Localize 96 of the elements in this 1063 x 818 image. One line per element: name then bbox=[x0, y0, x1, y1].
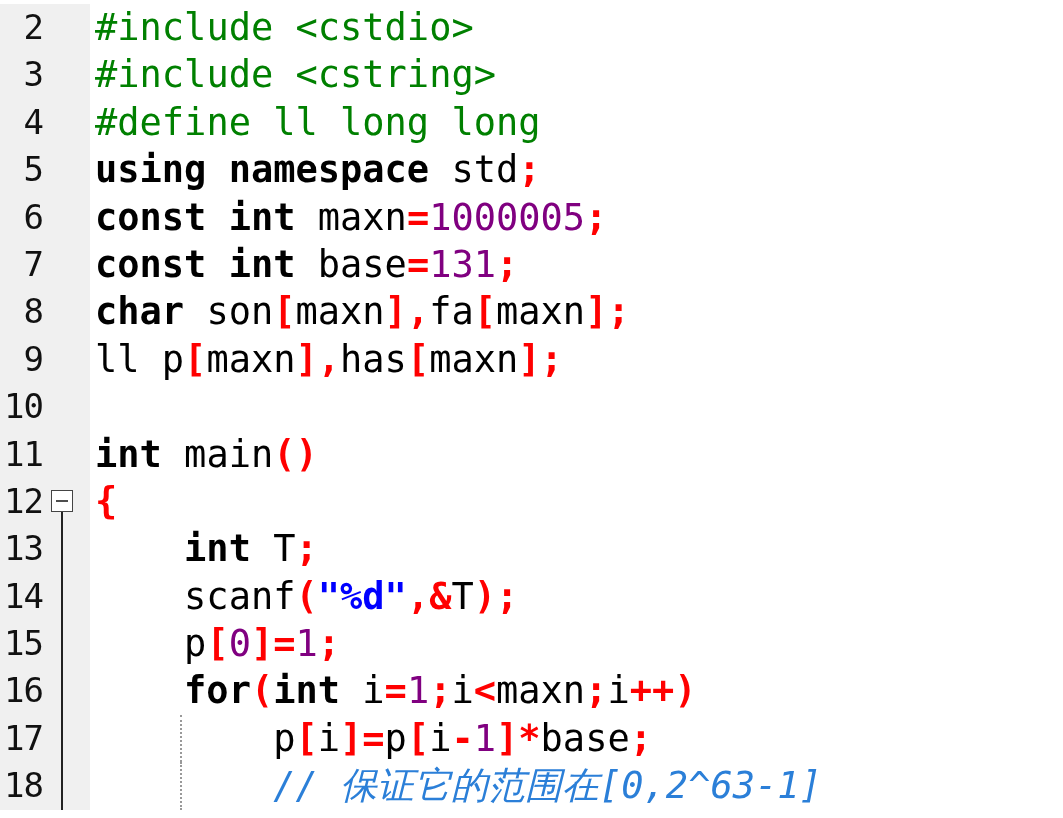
identifier: maxn bbox=[496, 668, 586, 715]
operator: < bbox=[473, 668, 496, 715]
operator: - bbox=[451, 715, 474, 762]
identifier: p bbox=[184, 621, 207, 668]
number-literal: 1 bbox=[295, 621, 318, 668]
line-number: 17 bbox=[3, 716, 43, 760]
line-number: 4 bbox=[22, 100, 43, 144]
preprocessor-directive: #include <cstdio> bbox=[95, 5, 474, 51]
preprocessor-directive: #include <cstring> bbox=[95, 52, 496, 99]
identifier: fa bbox=[429, 289, 474, 336]
operator: [ bbox=[295, 715, 318, 762]
identifier: base bbox=[317, 241, 407, 288]
identifier: maxn bbox=[317, 194, 407, 241]
keyword: using namespace bbox=[95, 147, 431, 194]
number-literal: 131 bbox=[429, 241, 496, 288]
line-number: 10 bbox=[3, 385, 43, 429]
identifier: has bbox=[340, 336, 407, 383]
operator: ; bbox=[317, 621, 341, 668]
number-literal: 0 bbox=[228, 621, 251, 668]
keyword: const int bbox=[95, 241, 297, 288]
line-number: 2 bbox=[22, 6, 43, 49]
number-literal: 1000005 bbox=[429, 194, 586, 241]
operator: ; bbox=[518, 147, 541, 194]
operator: ]= bbox=[340, 715, 385, 762]
operator: [ bbox=[273, 289, 296, 336]
operator: ( bbox=[250, 668, 274, 715]
operator: [ bbox=[206, 621, 229, 668]
identifier: maxn bbox=[496, 289, 586, 336]
identifier: main bbox=[184, 431, 274, 478]
operator: ; bbox=[496, 241, 519, 288]
operator: ]= bbox=[250, 621, 296, 668]
operator: ; bbox=[629, 715, 652, 762]
operator: [ bbox=[473, 289, 496, 336]
keyword: int bbox=[184, 526, 252, 573]
identifier: T bbox=[451, 573, 474, 620]
operator: ; bbox=[429, 668, 452, 715]
keyword: char bbox=[95, 289, 186, 336]
identifier: p bbox=[384, 715, 407, 762]
operator: () bbox=[273, 431, 318, 478]
operator: ,& bbox=[406, 573, 452, 620]
code-comment: // 保证它的范围在[0,2^63-1] bbox=[273, 763, 822, 810]
identifier: p bbox=[273, 715, 296, 762]
operator: = bbox=[384, 668, 407, 715]
keyword: const int bbox=[95, 194, 297, 241]
identifier: base bbox=[540, 715, 630, 762]
operator: ); bbox=[473, 573, 519, 620]
identifier: i bbox=[429, 715, 452, 762]
identifier: i bbox=[607, 668, 630, 715]
operator: ; bbox=[585, 668, 608, 715]
operator: ; bbox=[295, 526, 318, 573]
keyword: int bbox=[273, 668, 342, 715]
identifier: i bbox=[317, 715, 341, 762]
identifier: i bbox=[451, 668, 474, 715]
operator: ++) bbox=[629, 668, 697, 715]
operator: ], bbox=[384, 289, 430, 336]
keyword: int bbox=[95, 431, 163, 478]
operator: ], bbox=[295, 336, 341, 383]
line-number: 12 bbox=[3, 479, 43, 523]
number-literal: 1 bbox=[473, 715, 496, 762]
line-number: 5 bbox=[22, 148, 43, 192]
line-number: 7 bbox=[22, 242, 43, 286]
identifier: maxn bbox=[429, 336, 519, 383]
identifier: std bbox=[451, 147, 519, 194]
identifier: i bbox=[362, 668, 385, 715]
operator: ]; bbox=[518, 336, 563, 383]
keyword: for bbox=[184, 668, 251, 715]
identifier: T bbox=[273, 526, 296, 573]
operator: = bbox=[406, 194, 430, 241]
line-number: 15 bbox=[3, 622, 43, 666]
identifier: ll p bbox=[95, 336, 185, 383]
string-literal: "%d" bbox=[317, 573, 407, 620]
identifier: maxn bbox=[206, 336, 296, 383]
line-number: 11 bbox=[3, 432, 43, 476]
identifier: maxn bbox=[295, 289, 385, 336]
line-number: 8 bbox=[22, 290, 43, 334]
operator: ( bbox=[295, 573, 318, 620]
line-number: 9 bbox=[22, 337, 43, 381]
collapse-toggle[interactable] bbox=[51, 489, 73, 512]
operator: [ bbox=[184, 336, 207, 383]
identifier: son bbox=[206, 289, 274, 336]
line-number: 18 bbox=[3, 764, 43, 808]
line-number: 6 bbox=[22, 195, 43, 239]
line-number: 13 bbox=[3, 527, 43, 571]
operator: = bbox=[406, 241, 430, 288]
line-number: 3 bbox=[22, 53, 43, 97]
line-number: 16 bbox=[3, 669, 43, 713]
number-literal: 1 bbox=[406, 668, 430, 715]
operator: [ bbox=[406, 336, 430, 383]
operator: ]; bbox=[585, 289, 630, 336]
identifier: scanf bbox=[184, 573, 296, 620]
operator: ]* bbox=[496, 715, 541, 762]
preprocessor-directive: #define ll long long bbox=[95, 99, 541, 146]
operator: ; bbox=[585, 194, 608, 241]
line-number: 14 bbox=[3, 574, 43, 618]
operator: { bbox=[95, 478, 118, 525]
operator: [ bbox=[406, 715, 430, 762]
